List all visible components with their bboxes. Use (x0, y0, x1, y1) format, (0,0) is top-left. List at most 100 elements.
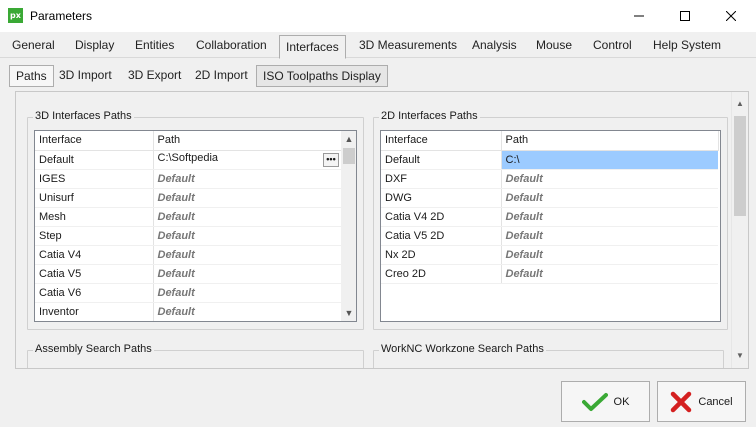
interface-cell: DWG (381, 188, 502, 208)
scroll-thumb[interactable] (734, 116, 746, 216)
table-row[interactable]: Step Default (35, 226, 341, 246)
scroll-down-icon[interactable]: ▼ (732, 348, 748, 364)
table-row[interactable]: Catia V4 2D Default (381, 207, 718, 227)
group-2d-interfaces-paths: 2D Interfaces Paths Interface Path Defau… (373, 110, 728, 330)
tab-help-system[interactable]: Help System (653, 38, 721, 58)
table-row[interactable]: Mesh Default (35, 207, 341, 227)
column-header-interface[interactable]: Interface (35, 131, 154, 151)
scroll-thumb[interactable] (343, 148, 355, 164)
interface-cell: IGES (35, 169, 154, 189)
table-row[interactable]: DXF Default (381, 169, 718, 189)
table-row[interactable]: Catia V4 Default (35, 245, 341, 265)
close-button[interactable] (708, 0, 754, 32)
main-tab-bar: General Display Entities Collaboration I… (0, 32, 756, 59)
path-cell[interactable]: Default (501, 188, 718, 208)
subtab-3d-export[interactable]: 3D Export (128, 68, 181, 88)
minimize-icon (634, 15, 644, 17)
table-row[interactable]: Catia V6 Default (35, 283, 341, 303)
table-row[interactable]: Inventor Default (35, 302, 341, 321)
close-icon (726, 11, 736, 21)
path-cell[interactable]: Default (501, 169, 718, 189)
path-cell[interactable]: Default (153, 245, 341, 265)
group-title: 2D Interfaces Paths (379, 110, 480, 122)
path-cell[interactable]: Default (153, 226, 341, 246)
column-header-path[interactable]: Path (153, 131, 342, 151)
interface-cell: Creo 2D (381, 264, 502, 284)
group-title: WorkNC Workzone Search Paths (379, 343, 546, 355)
path-cell[interactable]: Default (153, 302, 341, 321)
panel-scrollbar[interactable]: ▲ ▼ (731, 92, 748, 368)
path-cell[interactable]: Default (501, 245, 718, 265)
column-header-path[interactable]: Path (501, 131, 719, 151)
interface-cell: Catia V4 2D (381, 207, 502, 227)
grid-2d-interfaces: Interface Path Default C:\ DXF Default DWG… (380, 130, 721, 322)
table-row[interactable]: Default C:\Softpedia ••• (35, 150, 341, 170)
path-cell[interactable]: Default (153, 264, 341, 284)
tab-3d-measurements[interactable]: 3D Measurements (359, 38, 457, 58)
path-cell[interactable]: Default (501, 207, 718, 227)
tab-control[interactable]: Control (593, 38, 632, 58)
ok-button[interactable]: OK (561, 381, 650, 422)
tab-mouse[interactable]: Mouse (536, 38, 572, 58)
checkmark-icon (581, 392, 608, 411)
cancel-button[interactable]: Cancel (657, 381, 746, 422)
scroll-up-icon[interactable]: ▲ (341, 131, 356, 147)
tab-interfaces[interactable]: Interfaces (279, 35, 346, 59)
scroll-down-icon[interactable]: ▼ (341, 305, 356, 321)
path-cell[interactable]: Default (153, 188, 341, 208)
path-cell[interactable]: C:\Softpedia ••• (153, 150, 341, 170)
sub-tab-bar: Paths 3D Import 3D Export 2D Import ISO … (6, 62, 750, 88)
interface-cell: Unisurf (35, 188, 154, 208)
maximize-button[interactable] (662, 0, 708, 32)
grid-header: Interface Path (35, 131, 342, 151)
interface-cell: Catia V5 (35, 264, 154, 284)
path-cell[interactable]: C:\ (501, 150, 718, 170)
browse-button[interactable]: ••• (323, 153, 339, 167)
minimize-button[interactable] (616, 0, 662, 32)
interface-cell: Default (381, 150, 502, 170)
path-value: C:\Softpedia (157, 152, 219, 164)
path-cell[interactable]: Default (153, 169, 341, 189)
subtab-3d-import[interactable]: 3D Import (59, 68, 112, 88)
table-row[interactable]: Catia V5 Default (35, 264, 341, 284)
interface-cell: Mesh (35, 207, 154, 227)
subtab-2d-import[interactable]: 2D Import (195, 68, 248, 88)
grid-header: Interface Path (381, 131, 719, 151)
cancel-label: Cancel (698, 395, 733, 408)
app-logo-icon: px (8, 8, 23, 23)
tab-collaboration[interactable]: Collaboration (196, 38, 267, 58)
interface-cell: Nx 2D (381, 245, 502, 265)
interface-cell: Inventor (35, 302, 154, 321)
grid-3d-interfaces: Interface Path Default C:\Softpedia ••• I… (34, 130, 357, 322)
grid-scrollbar[interactable]: ▲ ▼ (341, 131, 356, 321)
subtab-iso-toolpaths-display[interactable]: ISO Toolpaths Display (256, 65, 388, 87)
table-row[interactable]: Default C:\ (381, 150, 718, 170)
table-row[interactable]: IGES Default (35, 169, 341, 189)
group-assembly-search-paths: Assembly Search Paths (27, 343, 364, 368)
cross-icon (671, 391, 692, 412)
tab-analysis[interactable]: Analysis (472, 38, 517, 58)
table-row[interactable]: Creo 2D Default (381, 264, 718, 284)
path-cell[interactable]: Default (153, 207, 341, 227)
table-row[interactable]: DWG Default (381, 188, 718, 208)
tab-display[interactable]: Display (75, 38, 114, 58)
table-row[interactable]: Unisurf Default (35, 188, 341, 208)
table-row[interactable]: Catia V5 2D Default (381, 226, 718, 246)
tab-general[interactable]: General (12, 38, 55, 58)
table-row[interactable]: Nx 2D Default (381, 245, 718, 265)
interface-cell: Catia V4 (35, 245, 154, 265)
paths-panel: 3D Interfaces Paths Interface Path Defau… (15, 91, 749, 369)
path-cell[interactable]: Default (501, 264, 718, 284)
scroll-up-icon[interactable]: ▲ (732, 96, 748, 112)
group-title: Assembly Search Paths (33, 343, 154, 355)
tab-entities[interactable]: Entities (135, 38, 174, 58)
path-cell[interactable]: Default (501, 226, 718, 246)
column-header-interface[interactable]: Interface (381, 131, 502, 151)
maximize-icon (680, 11, 690, 21)
ok-label: OK (613, 395, 630, 408)
path-cell[interactable]: Default (153, 283, 341, 303)
subtab-paths[interactable]: Paths (9, 65, 54, 87)
group-title: 3D Interfaces Paths (33, 110, 134, 122)
group-worknc-workzone-search-paths: WorkNC Workzone Search Paths (373, 343, 724, 368)
title-bar: px Parameters (0, 0, 756, 32)
